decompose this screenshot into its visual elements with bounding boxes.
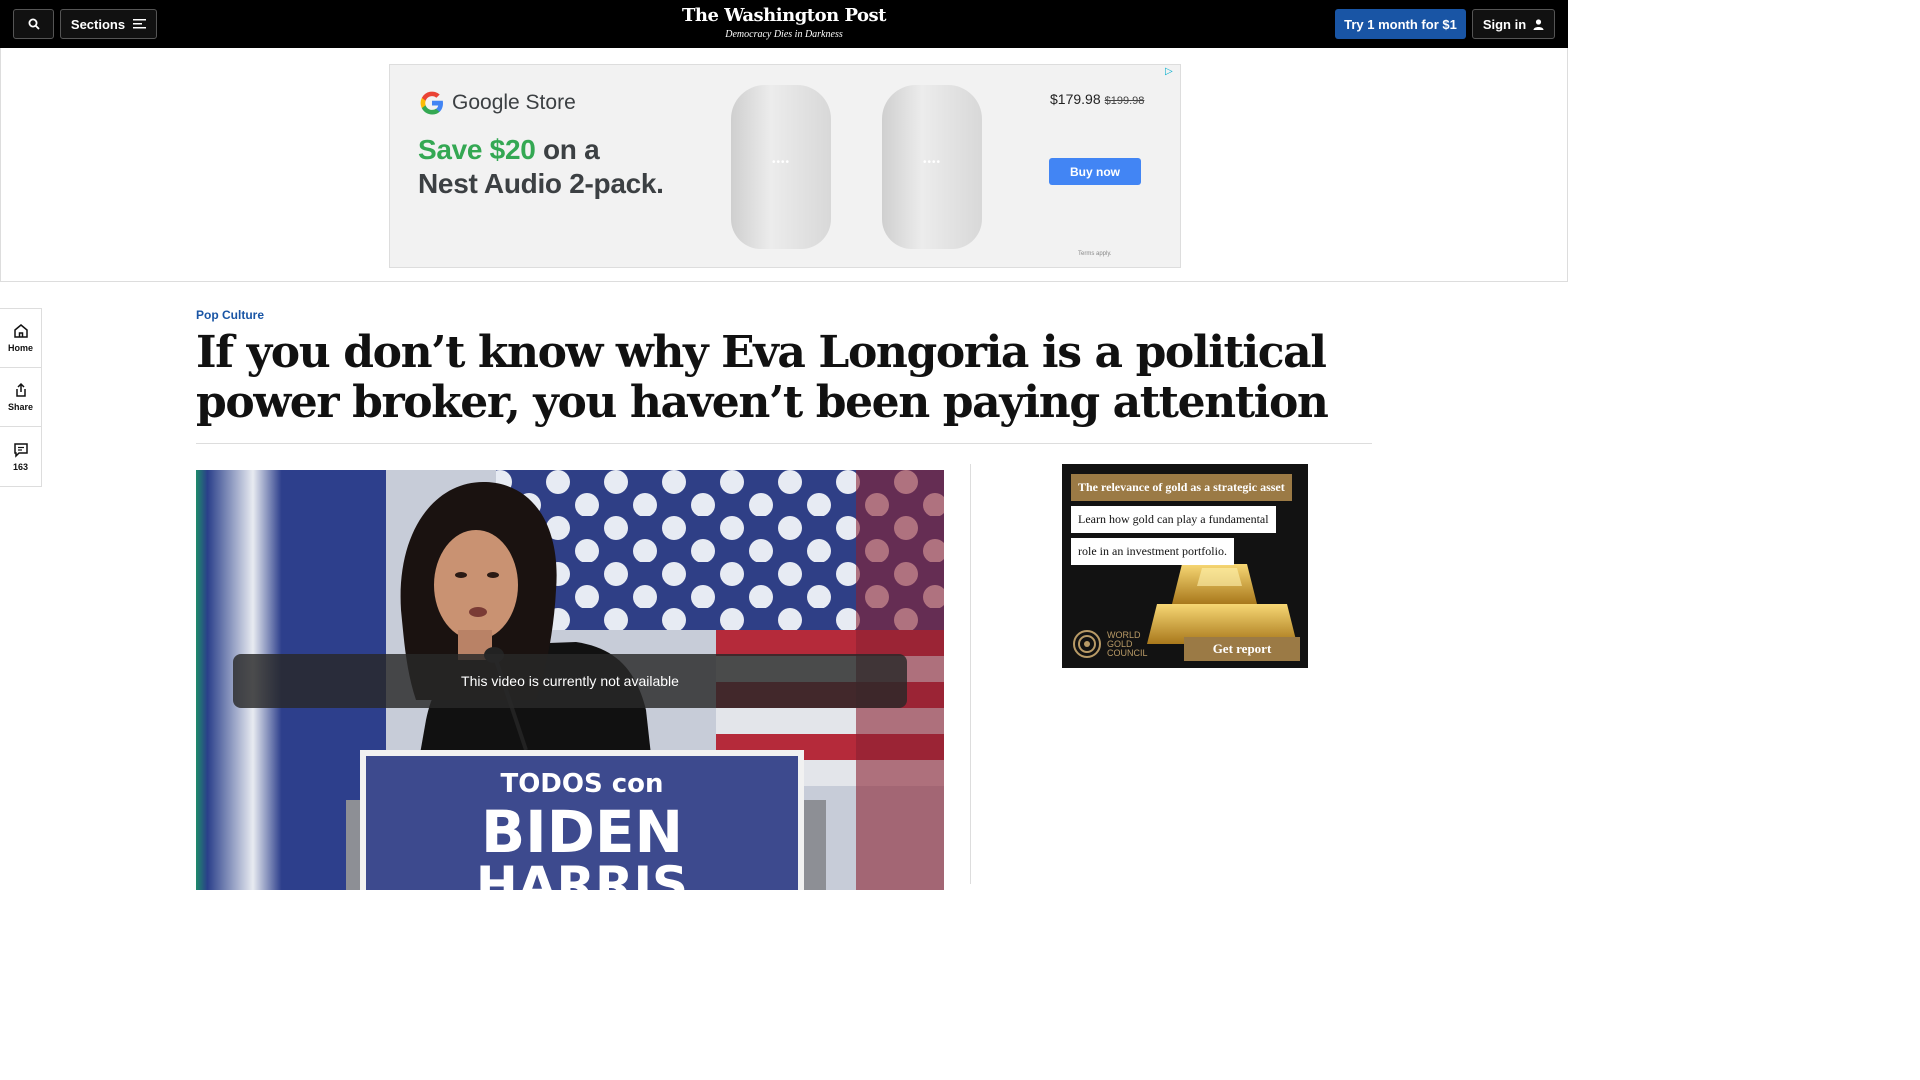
buy-now-button[interactable]: Buy now xyxy=(1049,158,1141,185)
ad-headline-highlight: Save $20 xyxy=(418,134,536,165)
video-unavailable-notice: This video is currently not available xyxy=(233,654,907,708)
google-store-logo: Google Store xyxy=(418,89,576,117)
home-icon xyxy=(13,324,28,338)
top-ad-slot: Google Store Save $20 on a Nest Audio 2-… xyxy=(0,48,1568,282)
comment-icon xyxy=(13,442,28,458)
tagline: Democracy Dies in Darkness xyxy=(725,29,843,40)
price-old: $199.98 xyxy=(1104,95,1145,107)
ad-headline-part: on a xyxy=(535,134,600,165)
headline-divider xyxy=(196,443,1372,444)
article-headline: If you don’t know why Eva Longoria is a … xyxy=(196,327,1329,428)
podium-sign-line1: TODOS con xyxy=(500,769,663,799)
ad-copy-line2: role in an investment portfolio. xyxy=(1071,538,1234,565)
rail-home-label: Home xyxy=(7,343,33,353)
ad-headline-part-2: Nest Audio 2-pack. xyxy=(418,168,664,199)
sign-in-label: Sign in xyxy=(1482,16,1527,32)
speaker-image-1: •••• xyxy=(731,85,831,249)
left-rail: Home Share 163 xyxy=(0,308,42,487)
ad-price: $179.98 $199.98 xyxy=(1050,91,1144,107)
price-current: $179.98 xyxy=(1050,91,1101,107)
lead-video-player[interactable]: TODOS con BIDEN HARRIS This video is cur… xyxy=(196,470,944,890)
top-navigation-bar: Sections The Washington Post Democracy D… xyxy=(0,0,1568,48)
wgc-word-3: COUNCIL xyxy=(1107,647,1148,658)
user-icon xyxy=(1533,18,1544,30)
wgc-emblem-icon xyxy=(1073,630,1101,658)
adchoices-icon[interactable]: ▷ xyxy=(1165,66,1177,78)
google-store-ad[interactable]: Google Store Save $20 on a Nest Audio 2-… xyxy=(389,64,1181,268)
rail-comments[interactable]: 163 xyxy=(0,427,41,486)
podium-sign-line3: HARRIS xyxy=(476,856,688,890)
comment-count: 163 xyxy=(12,461,29,472)
logo-wordmark: The Washington Post xyxy=(682,5,886,26)
rail-share-label: Share xyxy=(7,402,33,412)
speaker-image-2: •••• xyxy=(882,85,982,249)
section-kicker[interactable]: Pop Culture xyxy=(196,308,264,322)
column-divider xyxy=(970,464,971,884)
ad-brand: Google Store xyxy=(452,91,576,114)
subscribe-button[interactable]: Try 1 month for $1 xyxy=(1335,9,1466,39)
ad-terms: Terms apply. xyxy=(1078,251,1112,257)
share-icon xyxy=(15,382,26,397)
world-gold-council-logo: WORLD GOLD COUNCIL xyxy=(1072,629,1148,659)
site-logo[interactable]: The Washington Post Democracy Dies in Da… xyxy=(0,5,1568,40)
ad-copy-line1: Learn how gold can play a fundamental xyxy=(1071,506,1276,533)
sign-in-button[interactable]: Sign in xyxy=(1472,9,1555,39)
get-report-button[interactable]: Get report xyxy=(1184,637,1300,661)
ad-headline: Save $20 on a Nest Audio 2-pack. xyxy=(418,133,664,201)
rail-home[interactable]: Home xyxy=(0,309,41,368)
gold-council-ad[interactable]: The relevance of gold as a strategic ass… xyxy=(1062,464,1308,668)
google-g-icon xyxy=(420,91,443,115)
rail-share[interactable]: Share xyxy=(0,368,41,427)
ad-title: The relevance of gold as a strategic ass… xyxy=(1071,474,1292,501)
